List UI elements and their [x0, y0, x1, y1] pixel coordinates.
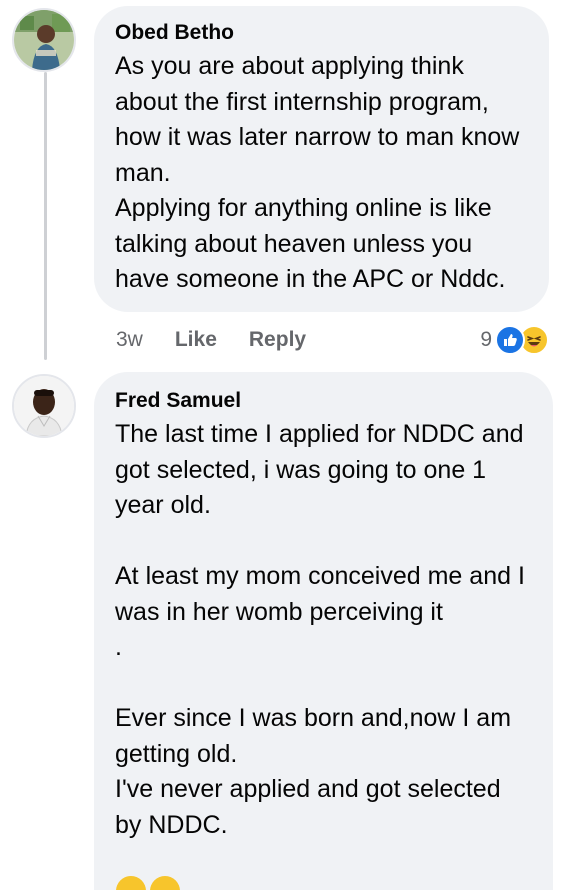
profile-photo-icon — [14, 376, 74, 436]
comment-actions: 3w Like Reply — [116, 325, 338, 355]
avatar[interactable] — [12, 374, 76, 438]
reaction-count: 9 — [480, 328, 492, 351]
reply-button[interactable]: Reply — [249, 328, 306, 352]
comment-text: The last time I applied for NDDC and got… — [115, 420, 525, 839]
reaction-summary[interactable]: 9 — [480, 324, 549, 356]
comments-thread: Obed Betho As you are about applying thi… — [0, 0, 571, 890]
profile-photo-icon — [14, 10, 74, 70]
like-icon — [495, 325, 525, 355]
comment-bubble: Fred Samuel The last time I applied for … — [94, 372, 553, 890]
comment-timestamp[interactable]: 3w — [116, 328, 143, 352]
comment-author[interactable]: Fred Samuel — [115, 388, 531, 414]
like-button[interactable]: Like — [175, 328, 217, 352]
avatar[interactable] — [12, 8, 76, 72]
thread-connector-line — [44, 72, 47, 360]
comment-author[interactable]: Obed Betho — [115, 20, 527, 46]
comment-text: As you are about applying think about th… — [115, 52, 520, 293]
laughing-emoji-icon — [116, 876, 146, 890]
comment-bubble: Obed Betho As you are about applying thi… — [94, 6, 549, 312]
laughing-emoji-icon — [150, 876, 180, 890]
emoji-row — [116, 876, 184, 890]
